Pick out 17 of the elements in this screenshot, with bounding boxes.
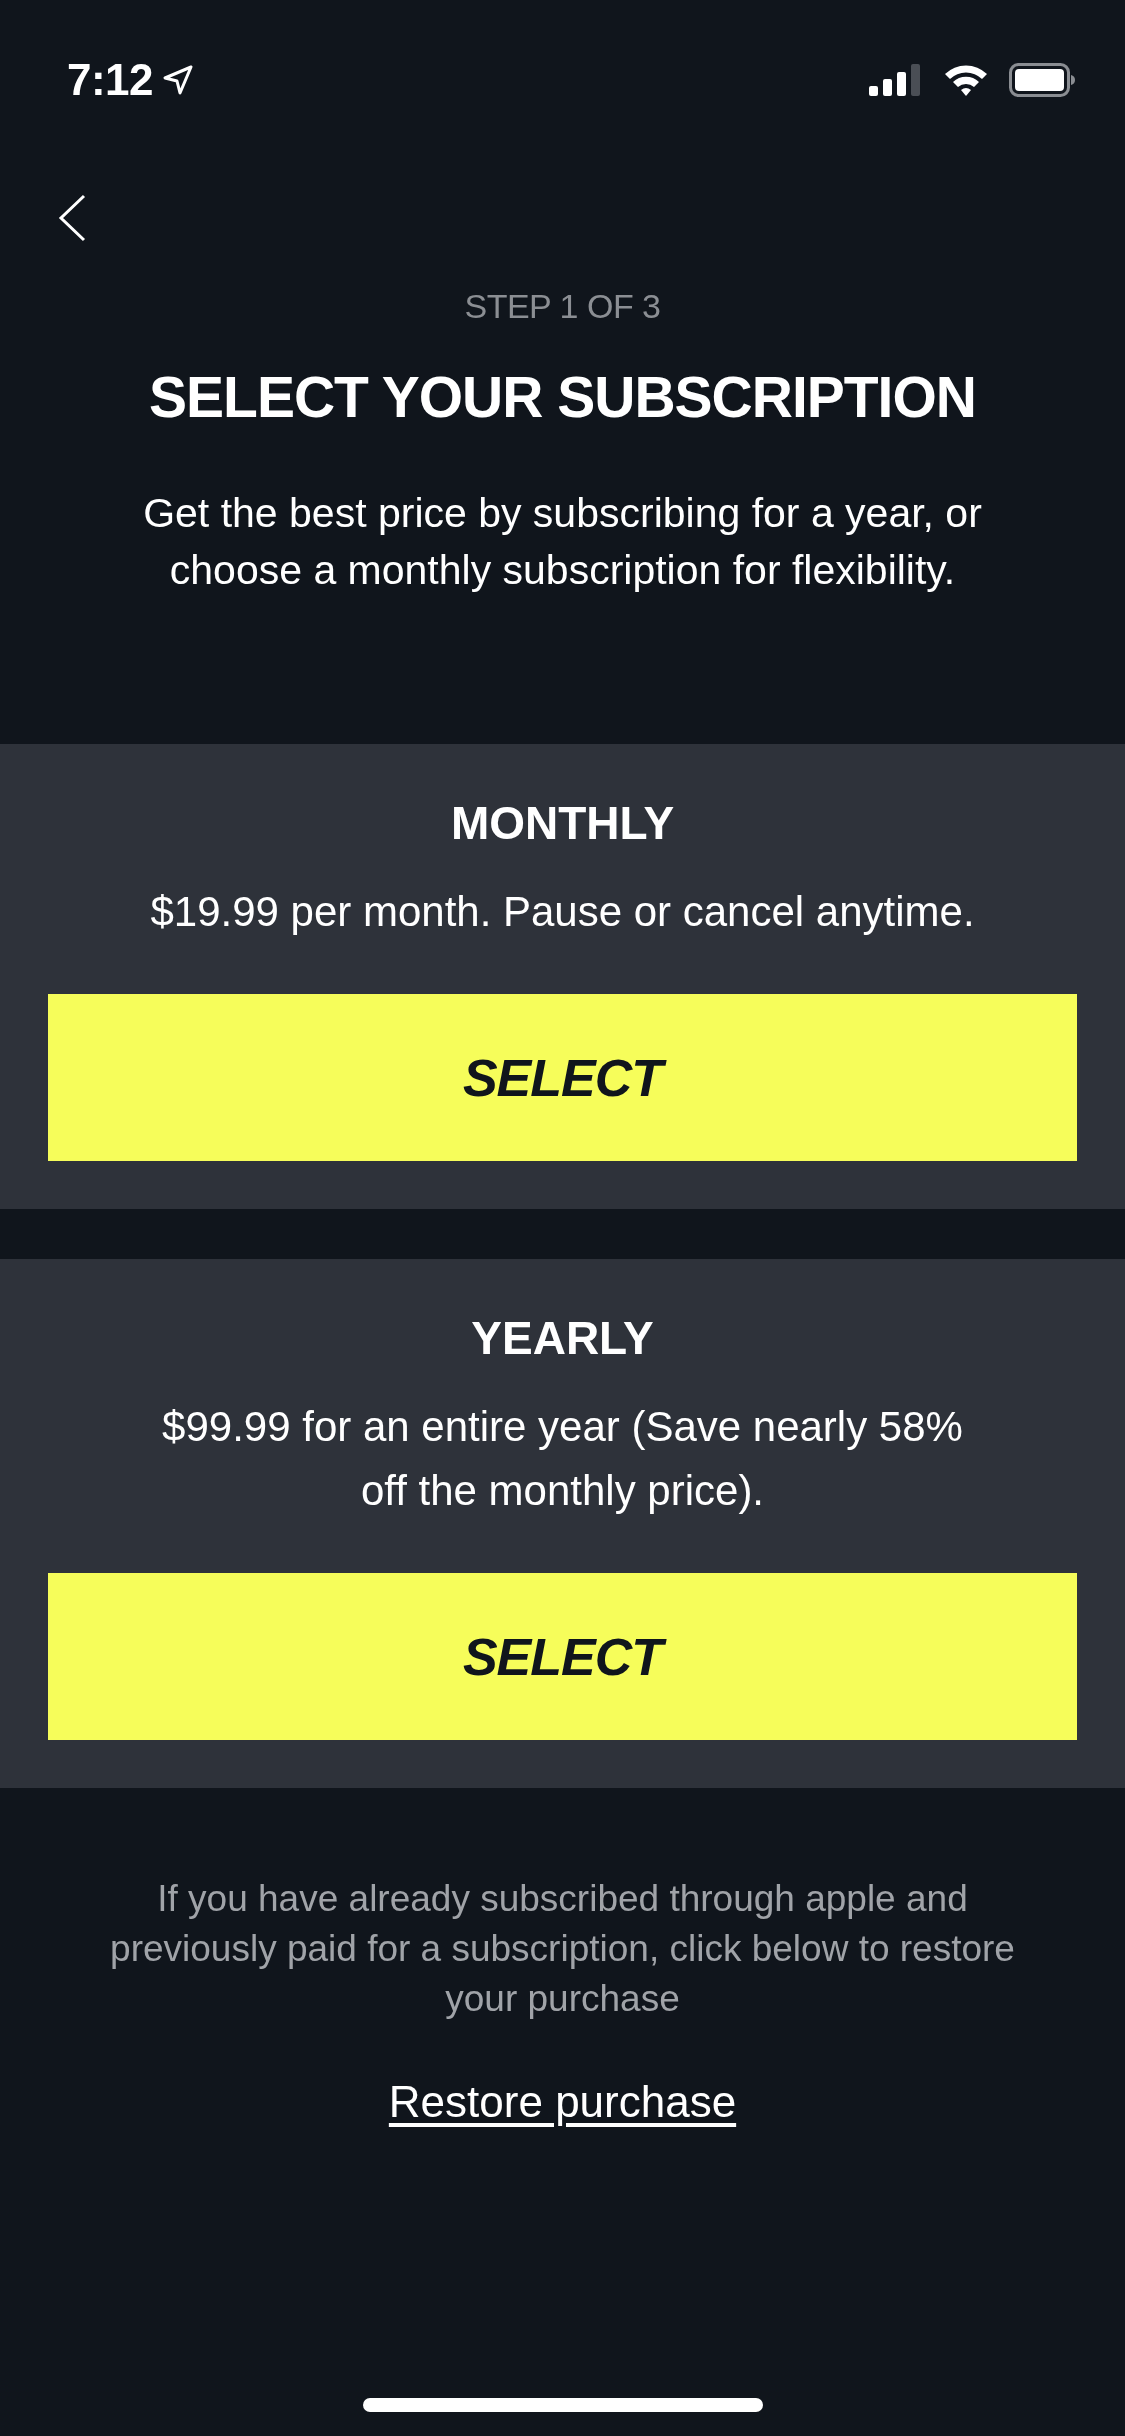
plan-name: MONTHLY xyxy=(450,796,675,850)
restore-note: If you have already subscribed through apple and previously paid for a subscription, click below to restore your purchase xyxy=(109,1877,1016,2021)
signal-icon xyxy=(869,64,923,96)
plan-name: YEARLY xyxy=(471,1311,654,1365)
battery-icon xyxy=(1009,63,1075,97)
back-button[interactable] xyxy=(58,194,86,242)
select-button[interactable]: SELECT xyxy=(48,1573,1077,1740)
select-button[interactable]: SELECT xyxy=(48,994,1077,1161)
page-subtitle: Get the best price by subscribing for a year, or choose a monthly subscription for flexibility. xyxy=(142,489,983,595)
plan-description: $99.99 for an entire year (Save nearly 58% off the monthly price). xyxy=(161,1402,964,1516)
plan-description: $19.99 per month. Pause or cancel anytime. xyxy=(150,887,975,937)
status-time: 7:12 xyxy=(67,55,154,105)
restore-purchase-link[interactable]: Restore purchase xyxy=(388,2075,737,2129)
wifi-icon xyxy=(943,63,989,97)
page-title: SELECT YOUR SUBSCRIPTION xyxy=(149,365,976,429)
step-indicator: STEP 1 OF 3 xyxy=(464,286,661,326)
location-arrow-icon xyxy=(163,65,194,95)
